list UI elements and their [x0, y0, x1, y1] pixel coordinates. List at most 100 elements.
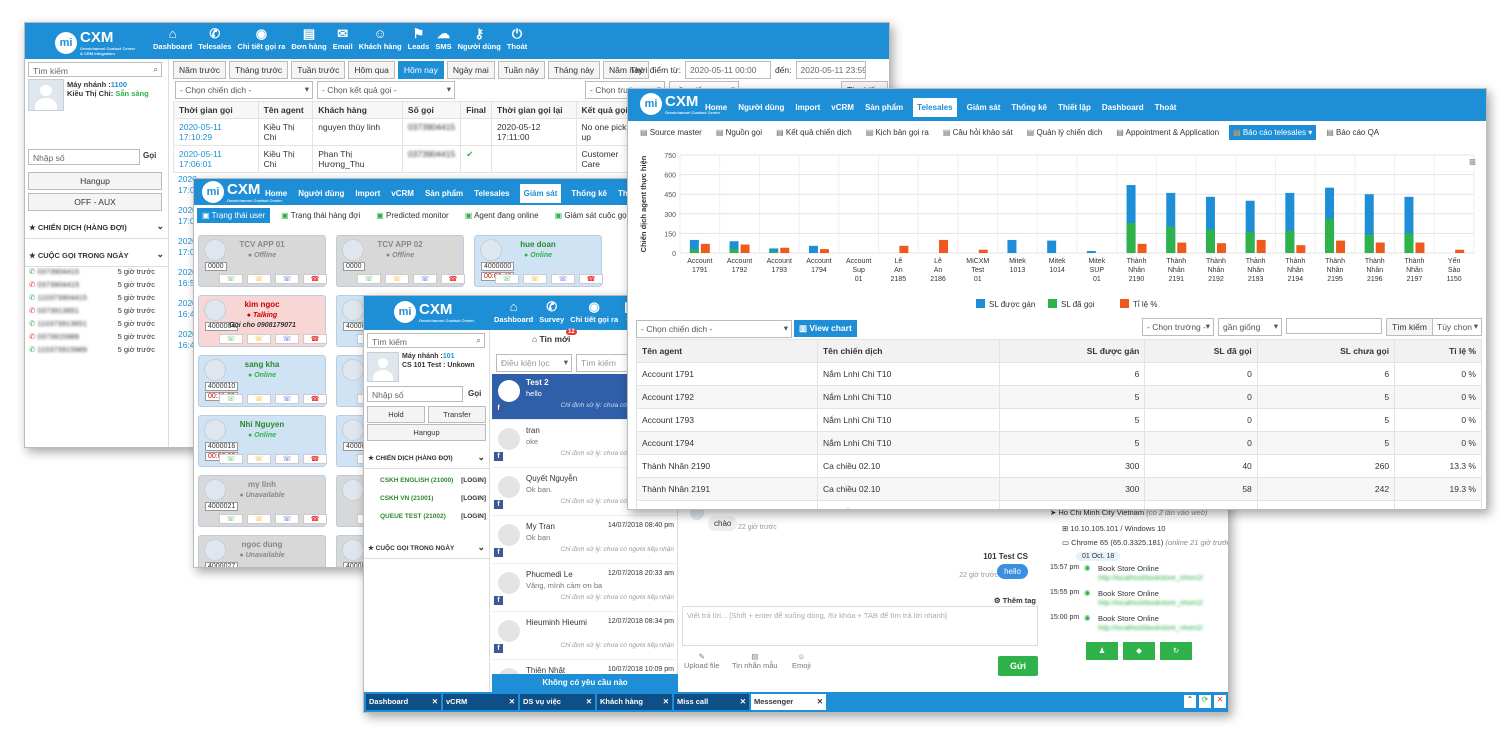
listen-icon[interactable]: ☏	[219, 454, 243, 464]
hangup-icon[interactable]: ☎	[303, 454, 327, 464]
legend-label[interactable]: Tỉ lệ %	[1133, 300, 1157, 309]
submenu-bao-cao-qa[interactable]: ▤ Báo cáo QA	[1322, 125, 1383, 140]
period-hom-nay[interactable]: Hôm nay	[397, 61, 444, 79]
nav-telesales[interactable]: Telesales	[913, 98, 957, 117]
nav-thoat[interactable]: Thoát	[1154, 100, 1178, 115]
bar-rate[interactable]	[939, 239, 949, 253]
bar-rate[interactable]	[700, 243, 710, 253]
nav-dashboard[interactable]: ⌂ Dashboard	[494, 299, 533, 324]
call-list-item[interactable]: ✆ 0373913651 5 giờ trước	[25, 304, 159, 317]
period-tuan-nay[interactable]: Tuần này	[497, 61, 545, 79]
close-icon[interactable]: ✕	[817, 697, 823, 706]
table-row[interactable]: Account 1791 Nắm Lnhi Chi T10 6 0 6 0 %	[636, 362, 1482, 386]
column-header[interactable]: SL đã gọi	[1144, 339, 1258, 363]
nav-telesales[interactable]: ✆ Telesales	[198, 26, 231, 51]
listen-icon[interactable]: ☏	[357, 274, 381, 284]
nav-san-pham[interactable]: Sản phẩm	[424, 186, 464, 201]
nav-khach-hang[interactable]: ☺ Khách hàng	[359, 26, 402, 51]
tab-trang-thai-user[interactable]: ▣ Trạng thái user	[197, 208, 271, 223]
column-header[interactable]: Tỉ lệ %	[1394, 339, 1482, 363]
whisper-icon[interactable]: ☏	[247, 454, 271, 464]
column-header[interactable]: SL chưa gọi	[1256, 339, 1396, 363]
taskbar-tab-khach-hang[interactable]: Khách hàng ✕	[597, 694, 672, 710]
agent-card[interactable]: ngoc dung● Unavailable4000027☏☏☏☎	[198, 535, 326, 567]
period-hom-qua[interactable]: Hôm qua	[348, 61, 395, 79]
nav-chi-tiet-goi-ra[interactable]: ◉ Chi tiết gọi ra	[570, 299, 618, 324]
chart-menu-icon[interactable]: ≡	[1469, 155, 1476, 169]
legend-label[interactable]: SL đã gọi	[1061, 300, 1095, 309]
taskbar-tab-dashboard[interactable]: Dashboard ✕	[366, 694, 441, 710]
calls-section[interactable]: ★ CUỘC GỌI TRONG NGÀY ⌄	[25, 245, 169, 267]
nav-san-pham[interactable]: Sản phẩm	[864, 100, 904, 115]
whisper-icon[interactable]: ☏	[247, 514, 271, 524]
hangup-icon[interactable]: ☎	[303, 394, 327, 404]
bar-rate[interactable]	[1137, 243, 1147, 253]
refresh-button[interactable]: ↻	[1160, 642, 1192, 660]
visit-item[interactable]: 15:57 pm ◉ Book Store Online http://localho…	[1050, 563, 1226, 589]
emoji-button[interactable]: ☺ Emoji	[792, 652, 811, 670]
table-row[interactable]: Account 1794 Nắm Lnhi Chi T10 5 0 5 0 %	[636, 431, 1482, 455]
upload-button[interactable]: ✎ Upload file	[684, 652, 719, 670]
legend-label[interactable]: SL được gán	[989, 300, 1035, 309]
nav-telesales[interactable]: Telesales	[473, 186, 510, 201]
nav-import[interactable]: Import	[794, 100, 821, 115]
campaign-section[interactable]: ★ CHIẾN DỊCH (HÀNG ĐỢI) ⌄	[364, 448, 490, 469]
call-button[interactable]: Gọi	[468, 389, 481, 398]
bar-rate[interactable]	[1216, 243, 1226, 253]
reply-input[interactable]: Viết trả lời... [Shift + enter để xuống …	[682, 606, 1038, 646]
submenu-quan-ly-chien-dich[interactable]: ▤ Quản lý chiến dịch	[1023, 125, 1107, 140]
nav-survey[interactable]: ✆ Survey	[539, 299, 564, 324]
agent-card[interactable]: TCV APP 02 ● Offline 0000 ☏ ☏ ☏ ☎	[336, 235, 465, 287]
refresh-icon[interactable]: ⟳	[1199, 695, 1211, 708]
bar-rate[interactable]	[899, 245, 909, 253]
call-list-item[interactable]: ✆ 110373913651 5 giờ trước	[25, 317, 159, 330]
agent-card[interactable]: my linh ● Unavailable 4000021 ☏ ☏ ☏ ☎	[198, 475, 327, 527]
keyword-input[interactable]	[1286, 318, 1382, 334]
barge-icon[interactable]: ☏	[275, 274, 299, 284]
table-row[interactable]: 2020-05-11 17:10:29 Kiều Thị Chi nguyen th…	[173, 118, 644, 146]
whisper-icon[interactable]: ☏	[523, 274, 547, 284]
agent-card[interactable]: TCV APP 01 ● Offline 0000 ☏ ☏ ☏ ☎	[198, 235, 327, 287]
bar-called[interactable]	[1325, 219, 1335, 253]
call-list-item[interactable]: ✆ 0373915989 5 giờ trước	[25, 330, 159, 343]
template-button[interactable]: ▤ Tin nhắn mẫu	[732, 652, 778, 670]
whisper-icon[interactable]: ☏	[247, 394, 271, 404]
bar-rate[interactable]	[1296, 245, 1306, 253]
tab-new-messages[interactable]: ⌂ Tin mới 12	[532, 329, 577, 344]
hangup-icon[interactable]: ☎	[303, 334, 327, 344]
transfer-button[interactable]: Transfer	[428, 406, 486, 423]
hangup-icon[interactable]: ☎	[303, 514, 327, 524]
column-header[interactable]: Tên agent	[257, 101, 314, 119]
hangup-button[interactable]: Hangup	[28, 172, 162, 190]
nav-sms[interactable]: ☁ SMS	[435, 26, 451, 51]
dial-input[interactable]: Nhập số	[28, 149, 140, 165]
listen-icon[interactable]: ☏	[219, 514, 243, 524]
bar-rate[interactable]	[1336, 240, 1346, 253]
nav-leads[interactable]: ⚑ Leads	[408, 26, 430, 51]
taskbar-tab-ds-vu-viec[interactable]: DS vụ việc ✕	[520, 694, 595, 710]
nav-nguoi-dung[interactable]: ⚷ Người dùng	[458, 26, 501, 51]
login-link[interactable]: [LOGIN]	[461, 495, 486, 502]
table-row[interactable]: Thành Nhân 2193Ca chiều 02.103002049668 …	[636, 500, 1482, 509]
conversation-item[interactable]: f My Tran 14/07/2018 08:40 pm Ok bạn Chỉ địn…	[492, 518, 678, 564]
dial-input[interactable]: Nhập số	[367, 386, 463, 402]
hold-button[interactable]: Hold	[367, 406, 425, 423]
nav-thiet-lap[interactable]: Thiết lập	[1057, 100, 1092, 115]
table-row[interactable]: Thành Nhân 2191 Ca chiều 02.10 300 58 242 19.…	[636, 477, 1482, 501]
visit-item[interactable]: 15:55 pm ◉ Book Store Online http://localho…	[1050, 588, 1226, 614]
table-row[interactable]: Thành Nhân 2190 Ca chiều 02.10 300 40 260 13.…	[636, 454, 1482, 478]
period-thang-truoc[interactable]: Tháng trước	[229, 61, 289, 79]
close-icon[interactable]: ✕	[586, 697, 592, 706]
taskbar-tab-messenger[interactable]: Messenger ✕	[751, 694, 826, 710]
taskbar-tab-vcrm[interactable]: vCRM ✕	[443, 694, 518, 710]
barge-icon[interactable]: ☏	[275, 514, 299, 524]
tab-predicted-monitor[interactable]: ▣ Predicted monitor	[371, 208, 453, 223]
close-icon[interactable]: ✕	[432, 697, 438, 706]
nav-email[interactable]: ✉ Email	[333, 26, 353, 51]
column-header[interactable]: Tên agent	[636, 339, 818, 363]
bar-assigned[interactable]	[1047, 240, 1057, 253]
table-row[interactable]: Account 1793 Nắm Lnhi Chi T10 5 0 5 0 %	[636, 408, 1482, 432]
nav-nguoi-dung[interactable]: Người dùng	[297, 186, 345, 201]
login-link[interactable]: [LOGIN]	[461, 513, 486, 520]
period-thang-nay[interactable]: Tháng này	[547, 61, 601, 79]
